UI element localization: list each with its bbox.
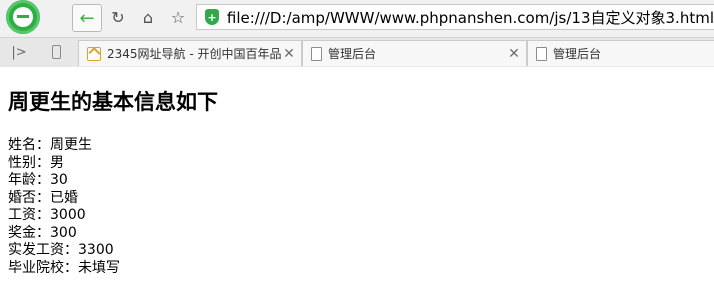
browser-logo-icon[interactable] [6,0,40,34]
page-content: 周更生的基本信息如下 姓名：周更生 性别：男 年龄：30 婚否：已婚 工资：3000 奖金… [8,66,708,277]
info-label: 姓名 [8,137,36,153]
info-value: 30 [50,172,68,188]
address-url[interactable]: file:///D:/amp/WWW/www.phpnanshen.com/js… [227,7,714,28]
info-label: 性别 [8,154,36,171]
document-icon [536,46,547,61]
close-icon[interactable]: ✕ [506,46,522,62]
info-value: 男 [50,154,64,171]
tab-title: 管理后台 [328,47,377,61]
info-line: 奖金：300 [8,225,708,243]
info-value: 300 [50,224,77,241]
tab-title: 2345网址导航 - 开创中国百年品 [107,47,281,61]
info-line: 毕业院校：未填写 [8,260,708,278]
info-value: 未填写 [78,259,120,276]
address-bar[interactable]: + file:///D:/amp/WWW/www.phpnanshen.com/… [196,4,714,30]
info-separator: ： [64,242,78,258]
info-separator: ： [36,224,50,241]
info-separator: ： [36,137,50,153]
tab-strip: |> 2345网址导航 - 开创中国百年品 ✕ 管理后台 ✕ 管理后台 [0,37,714,67]
info-line: 婚否：已婚 [8,190,708,208]
info-list: 姓名：周更生 性别：男 年龄：30 婚否：已婚 工资：3000 奖金：300 实发工资：33… [8,137,708,277]
info-separator: ： [36,207,50,223]
info-label: 奖金 [8,224,36,241]
sidebar-toggle-icon[interactable]: |> [10,42,28,62]
secure-shield-icon: + [205,9,219,25]
2345-favicon-icon [87,46,101,61]
info-value: 3000 [50,207,86,223]
info-separator: ： [36,154,50,171]
tab-admin-2[interactable]: 管理后台 [527,40,714,66]
info-line: 性别：男 [8,155,708,173]
info-line: 年龄：30 [8,172,708,190]
star-icon[interactable]: ☆ [166,6,190,28]
info-value: 周更生 [50,137,92,153]
info-value: 已婚 [50,189,78,206]
device-icon[interactable] [48,42,64,62]
info-value: 3300 [78,242,114,258]
info-label: 毕业院校 [8,259,64,276]
info-label: 婚否 [8,189,36,206]
info-separator: ： [64,259,78,276]
info-label: 年龄 [8,172,36,188]
reload-icon[interactable]: ↻ [106,6,130,28]
info-line: 工资：3000 [8,207,708,225]
browser-chrome: ← ↻ ⌂ ☆ + file:///D:/amp/WWW/www.phpnans… [0,0,714,67]
page-heading: 周更生的基本信息如下 [8,90,218,114]
info-line: 实发工资：3300 [8,242,708,260]
tab-2345[interactable]: 2345网址导航 - 开创中国百年品 ✕ [78,40,302,66]
info-label: 实发工资 [8,242,64,258]
back-arrow-icon[interactable]: ← [72,4,102,32]
info-separator: ： [36,189,50,206]
info-separator: ： [36,172,50,188]
close-icon[interactable]: ✕ [281,46,297,62]
tab-title: 管理后台 [553,47,602,61]
info-label: 工资 [8,207,36,223]
info-line: 姓名：周更生 [8,137,708,155]
tab-admin-1[interactable]: 管理后台 ✕ [302,40,527,66]
document-icon [311,46,322,61]
home-icon[interactable]: ⌂ [136,6,160,28]
